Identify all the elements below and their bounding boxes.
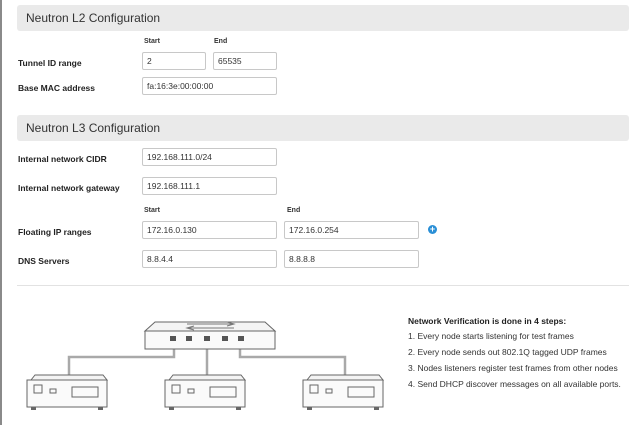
- tunnel-id-range-label: Tunnel ID range: [18, 58, 82, 68]
- left-border: [0, 0, 2, 425]
- verification-step: 4. Send DHCP discover messages on all av…: [408, 379, 621, 389]
- l2-section-title: Neutron L2 Configuration: [17, 5, 629, 31]
- verification-step: 3. Nodes listeners register test frames …: [408, 363, 618, 373]
- section-divider: [17, 285, 629, 286]
- floating-end-column-label: End: [287, 207, 301, 214]
- server-icon: [26, 374, 109, 410]
- base-mac-input[interactable]: [142, 77, 277, 95]
- verification-title: Network Verification is done in 4 steps:: [408, 316, 567, 326]
- floating-ip-start-input[interactable]: [142, 221, 277, 239]
- server-icon: [302, 374, 385, 410]
- internal-gateway-label: Internal network gateway: [18, 183, 120, 193]
- verification-step: 1. Every node starts listening for test …: [408, 331, 574, 341]
- network-switch-icon: [143, 321, 277, 350]
- plus-circle-icon: +: [429, 224, 436, 234]
- internal-cidr-label: Internal network CIDR: [18, 154, 107, 164]
- dns-servers-label: DNS Servers: [18, 256, 70, 266]
- tunnel-id-end-input[interactable]: [213, 52, 277, 70]
- tunnel-end-column-label: End: [214, 38, 228, 45]
- network-diagram: [26, 321, 385, 410]
- add-floating-range-button[interactable]: +: [428, 225, 437, 234]
- l3-section-title: Neutron L3 Configuration: [17, 115, 629, 141]
- internal-gateway-input[interactable]: [142, 177, 277, 195]
- floating-ip-ranges-label: Floating IP ranges: [18, 227, 92, 237]
- tunnel-start-column-label: Start: [144, 38, 160, 45]
- verification-step: 2. Every node sends out 802.1Q tagged UD…: [408, 347, 607, 357]
- internal-cidr-input[interactable]: [142, 148, 277, 166]
- floating-start-column-label: Start: [144, 207, 160, 214]
- base-mac-label: Base MAC address: [18, 83, 96, 93]
- dns-server-2-input[interactable]: [284, 250, 419, 268]
- floating-ip-end-input[interactable]: [284, 221, 419, 239]
- verification-steps-list: 1. Every node starts listening for test …: [408, 331, 630, 395]
- tunnel-id-start-input[interactable]: [142, 52, 206, 70]
- dns-server-1-input[interactable]: [142, 250, 277, 268]
- server-icon: [164, 374, 247, 410]
